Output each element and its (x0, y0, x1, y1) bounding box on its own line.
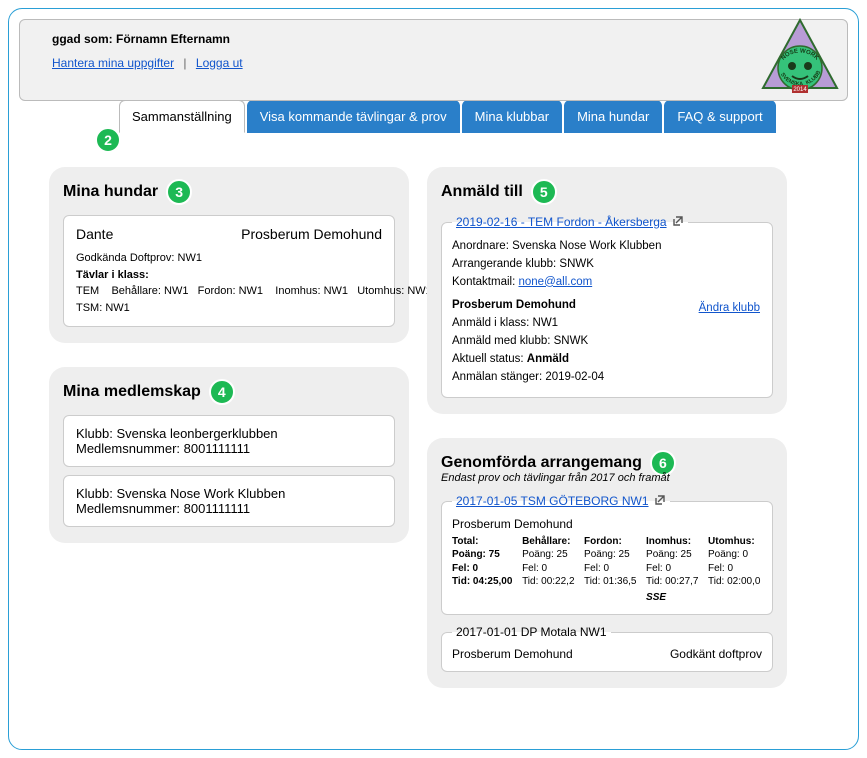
tab-faq[interactable]: FAQ & support (664, 100, 775, 133)
completed-dp-legend: 2017-01-01 DP Motala NW1 (452, 625, 611, 639)
reg-with-club: Anmäld med klubb: SNWK (452, 333, 762, 351)
reg-arranging-club: Arrangerande klubb: SNWK (452, 256, 762, 274)
my-dogs-panel: Mina hundar 3 Dante Prosberum Demohund G… (49, 167, 409, 343)
membership-card: Klubb: Svenska leonbergerklubben Medlems… (63, 415, 395, 467)
callout-marker-2: 2 (95, 127, 121, 153)
col-total-time: Tid: 04:25,00 (452, 575, 514, 589)
col-total-err: Fel: 0 (452, 562, 514, 576)
col-fordon-err: Fel: 0 (584, 562, 638, 576)
dog-tsm: TSM: NW1 (76, 300, 382, 317)
external-link-icon (654, 494, 666, 509)
my-memberships-title: Mina medlemskap (63, 383, 201, 401)
tab-summary[interactable]: Sammanställning (119, 100, 245, 133)
col-inomhus-err: Fel: 0 (646, 562, 700, 576)
col-utomhus-time: Tid: 02:00,0 (708, 575, 762, 589)
tab-my-dogs[interactable]: Mina hundar (564, 100, 662, 133)
dog-classes: TEM Behållare: NW1 Fordon: NW1 Inomhus: … (76, 283, 382, 300)
reg-organizer: Anordnare: Svenska Nose Work Klubben (452, 238, 762, 256)
completed-subtitle: Endast prov och tävlingar från 2017 och … (441, 472, 773, 484)
callout-marker-3: 3 (166, 179, 192, 205)
col-fordon-time: Tid: 01:36,5 (584, 575, 638, 589)
reg-status-value: Anmäld (527, 353, 569, 365)
completed-title: Genomförda arrangemang (441, 454, 642, 472)
external-link-icon (672, 215, 684, 230)
col-utomhus-err: Fel: 0 (708, 562, 762, 576)
reg-contact-label: Kontaktmail: (452, 276, 518, 288)
col-utomhus-hdr: Utomhus: (708, 535, 762, 549)
registration-event-link[interactable]: 2019-02-16 - TEM Fordon - Åkersberga (456, 215, 667, 229)
col-total-hdr: Total: (452, 535, 514, 549)
col-inomhus-time: Tid: 00:27,7 (646, 575, 700, 589)
col-beh-err: Fel: 0 (522, 562, 576, 576)
completed-event: 2017-01-05 TSM GÖTEBORG NW1 Prosberum De… (441, 494, 773, 616)
reg-closes: Anmälan stänger: 2019-02-04 (452, 369, 762, 387)
col-beh-hdr: Behållare: (522, 535, 576, 549)
main-nav: 2 Sammanställning Visa kommande tävlinga… (19, 100, 848, 133)
dog-approved-tests: Godkända Doftprov: NW1 (76, 250, 382, 267)
tab-upcoming[interactable]: Visa kommande tävlingar & prov (247, 100, 460, 133)
dog-call-name: Dante (76, 226, 113, 242)
col-inomhus-points: Poäng: 25 (646, 548, 700, 562)
membership-card: Klubb: Svenska Nose Work Klubben Medlems… (63, 475, 395, 527)
result-grid: Total: Poäng: 75 Fel: 0 Tid: 04:25,00 Be… (452, 535, 762, 605)
user-header: ggad som: Förnamn Efternamn Hantera mina… (19, 19, 848, 101)
manage-account-link[interactable]: Hantera mina uppgifter (52, 56, 174, 70)
callout-marker-4: 4 (209, 379, 235, 405)
membership-number: Medlemsnummer: 8001111111 (76, 501, 382, 516)
app-frame: 1 ggad som: Förnamn Efternamn Hantera mi… (8, 8, 859, 750)
logout-link[interactable]: Logga ut (196, 56, 243, 70)
membership-number: Medlemsnummer: 8001111111 (76, 441, 382, 456)
dog-card: Dante Prosberum Demohund Godkända Doftpr… (63, 215, 395, 327)
svg-text:2014: 2014 (793, 87, 807, 93)
tab-my-clubs[interactable]: Mina klubbar (462, 100, 562, 133)
dog-registered-name: Prosberum Demohund (241, 226, 382, 242)
col-beh-points: Poäng: 25 (522, 548, 576, 562)
completed-event-link[interactable]: 2017-01-05 TSM GÖTEBORG NW1 (456, 494, 649, 508)
my-memberships-panel: Mina medlemskap 4 Klubb: Svenska leonber… (49, 367, 409, 543)
reg-contact-email[interactable]: none@all.com (518, 276, 592, 288)
dog-competes-label: Tävlar i klass: (76, 267, 382, 284)
registered-title: Anmäld till (441, 183, 523, 201)
registration-event: 2019-02-16 - TEM Fordon - Åkersberga Ano… (441, 215, 773, 398)
col-beh-time: Tid: 00:22,2 (522, 575, 576, 589)
col-fordon-hdr: Fordon: (584, 535, 638, 549)
col-inomhus-hdr: Inomhus: (646, 535, 700, 549)
completed-dog-name: Prosberum Demohund (452, 517, 762, 531)
col-utomhus-points: Poäng: 0 (708, 548, 762, 562)
completed-event-dp: 2017-01-01 DP Motala NW1 Prosberum Demoh… (441, 625, 773, 672)
callout-marker-5: 5 (531, 179, 557, 205)
membership-club: Klubb: Svenska Nose Work Klubben (76, 486, 382, 501)
completed-dp-result: Godkänt doftprov (670, 647, 762, 661)
col-inomhus-sse: SSE (646, 591, 700, 605)
reg-status-label: Aktuell status: (452, 353, 527, 365)
registered-panel: Anmäld till 5 2019-02-16 - TEM Fordon - … (427, 167, 787, 414)
reg-class: Anmäld i klass: NW1 (452, 315, 762, 333)
link-separator: | (183, 56, 186, 70)
logged-in-as: ggad som: Förnamn Efternamn (52, 32, 243, 46)
completed-dp-dog: Prosberum Demohund (452, 647, 573, 661)
snwk-logo: NOSE WORK SVENSKA KLUBBEN 2014 (759, 18, 841, 101)
membership-club: Klubb: Svenska leonbergerklubben (76, 426, 382, 441)
col-fordon-points: Poäng: 25 (584, 548, 638, 562)
change-club-link[interactable]: Ändra klubb (699, 300, 760, 318)
completed-panel: Genomförda arrangemang 6 Endast prov och… (427, 438, 787, 689)
my-dogs-title: Mina hundar (63, 183, 158, 201)
col-total-points: Poäng: 75 (452, 548, 514, 562)
